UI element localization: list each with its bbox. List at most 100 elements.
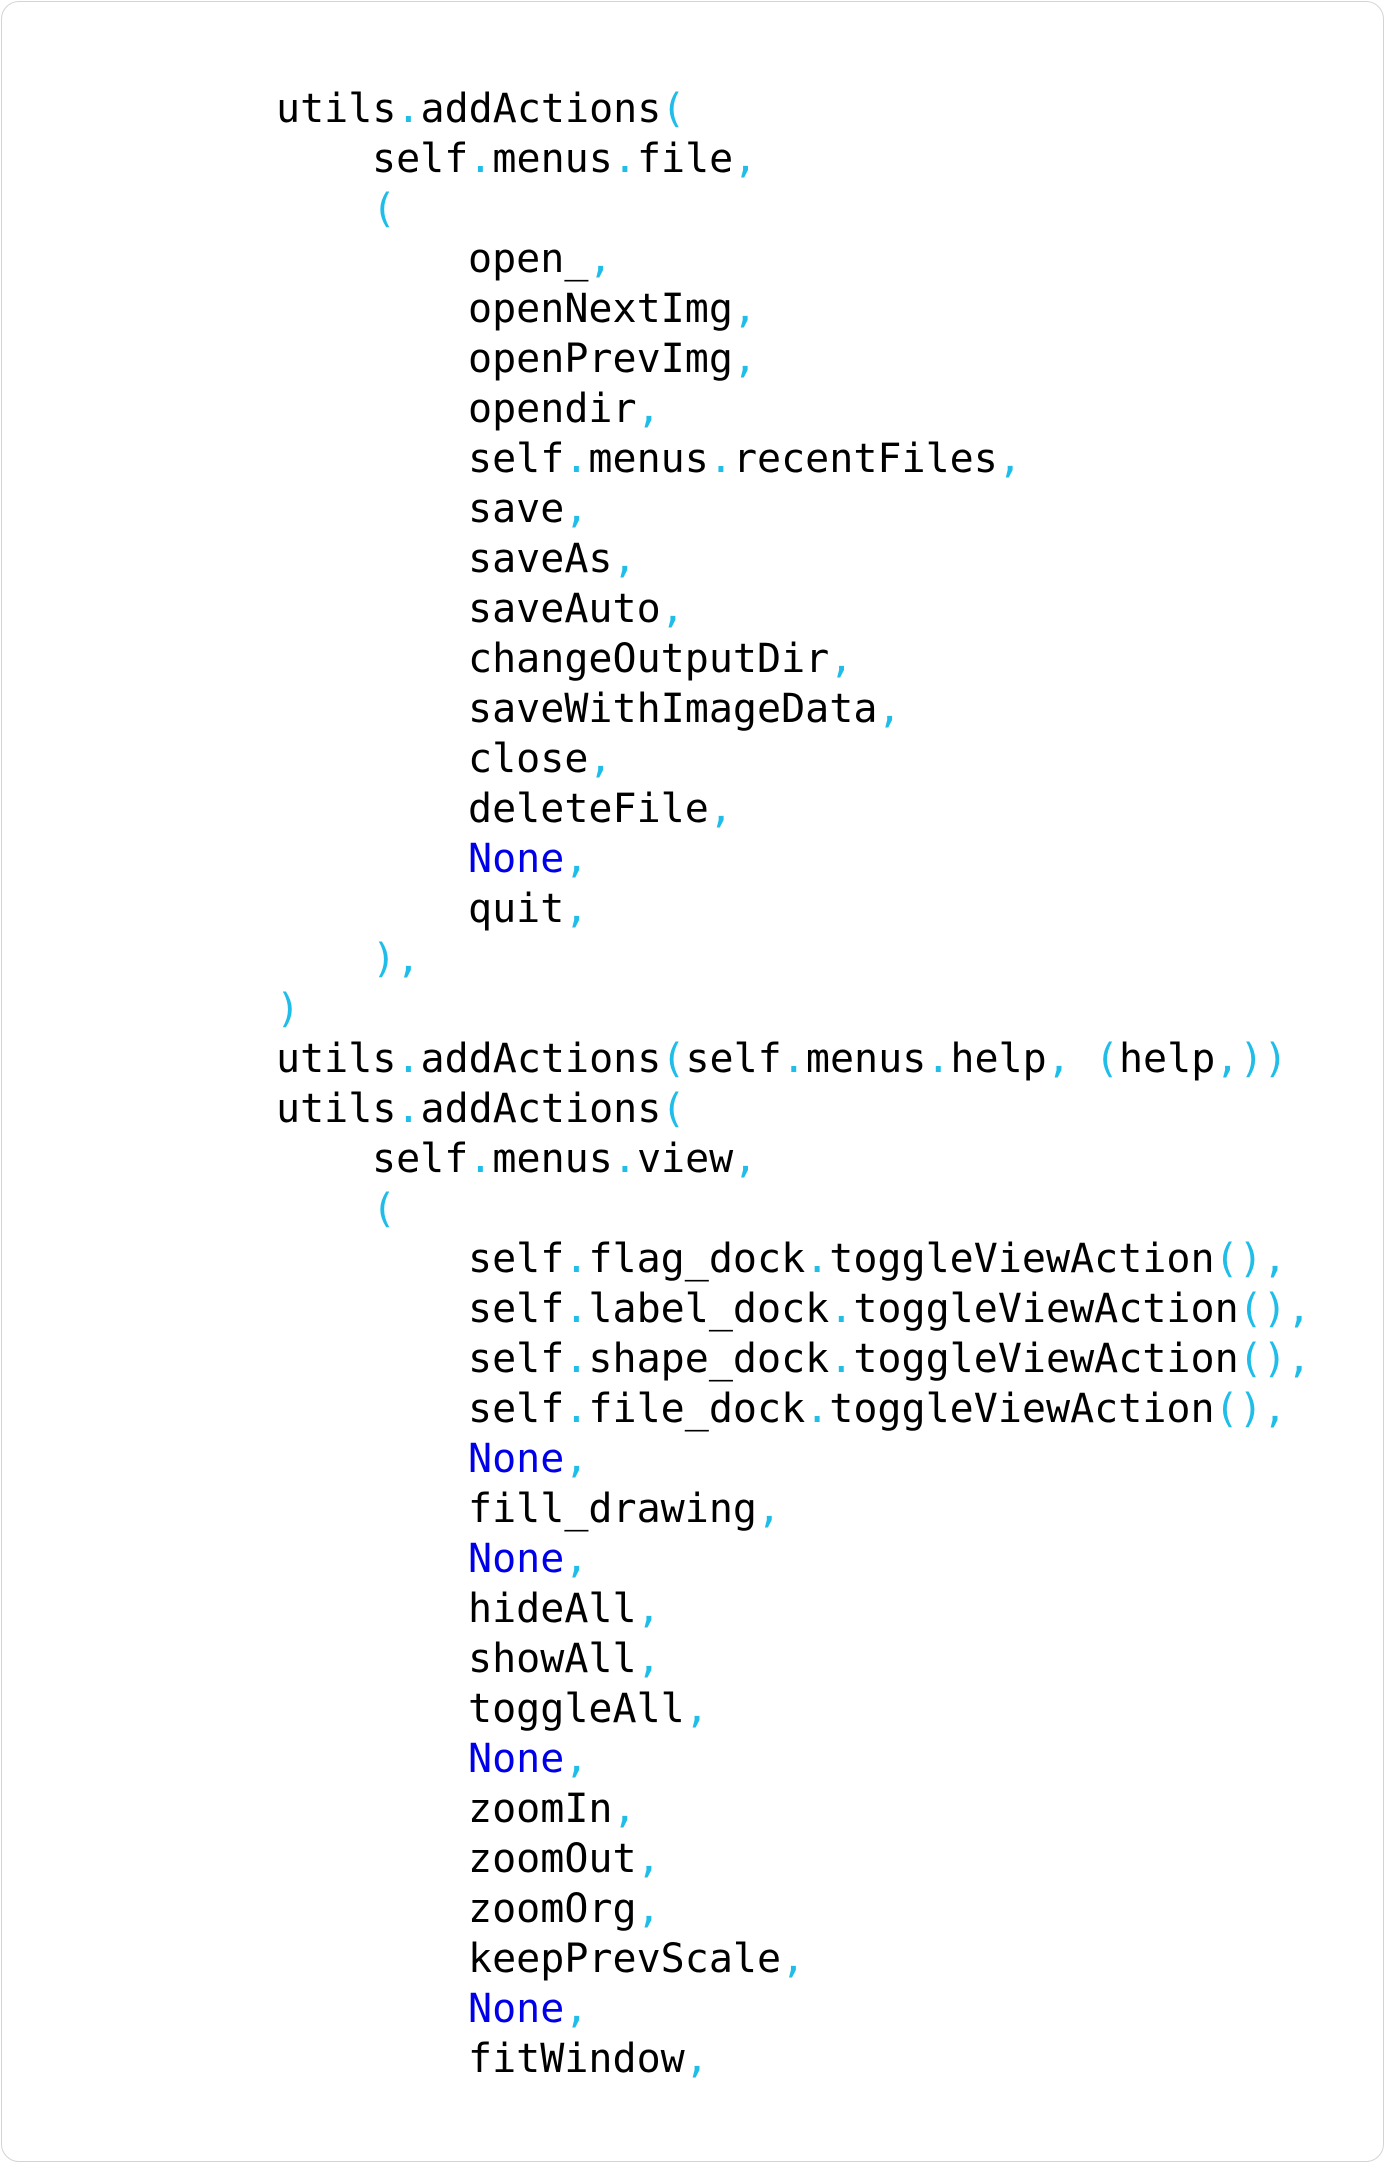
- code-line: zoomIn,: [2, 1784, 1311, 1834]
- code-punctuation: .: [781, 1036, 806, 1082]
- code-punctuation: .: [926, 1036, 951, 1082]
- code-identifier: save: [468, 486, 565, 532]
- code-line: ): [2, 984, 1311, 1034]
- code-punctuation: (),: [1214, 1386, 1287, 1432]
- code-line: self.file_dock.toggleViewAction(),: [2, 1384, 1311, 1434]
- code-identifier: toggleViewAction: [853, 1286, 1239, 1332]
- code-identifier: fitWindow: [468, 2036, 685, 2082]
- code-punctuation: .: [564, 1336, 589, 1382]
- code-punctuation: (),: [1214, 1236, 1287, 1282]
- code-punctuation: .: [468, 1136, 493, 1182]
- code-line: utils.addActions(: [2, 1084, 1311, 1134]
- code-identifier: utils: [276, 1036, 397, 1082]
- code-block: utils.addActions(self.menus.file,(open_,…: [2, 84, 1311, 2084]
- code-punctuation: ,: [684, 2036, 709, 2082]
- code-line: utils.addActions(self.menus.help, (help,…: [2, 1034, 1311, 1084]
- code-identifier: addActions: [420, 1086, 662, 1132]
- code-punctuation: .: [612, 1136, 637, 1182]
- code-punctuation: ,: [564, 886, 589, 932]
- code-identifier: menus: [805, 1036, 927, 1082]
- code-punctuation: (: [372, 186, 397, 232]
- code-punctuation: ,: [588, 236, 613, 282]
- code-identifier: openNextImg: [468, 286, 733, 332]
- code-identifier: menus: [588, 436, 709, 482]
- code-line: quit,: [2, 884, 1311, 934]
- code-punctuation: ,: [636, 1586, 661, 1632]
- code-punctuation: (: [661, 1086, 686, 1132]
- code-line: None,: [2, 1434, 1311, 1484]
- code-punctuation: ,: [684, 1686, 709, 1732]
- code-identifier: showAll: [468, 1636, 637, 1682]
- code-identifier: menus: [492, 136, 613, 182]
- code-punctuation: ,: [877, 686, 902, 732]
- code-identifier: self: [685, 1036, 782, 1082]
- code-identifier: flag_dock: [588, 1236, 806, 1282]
- code-punctuation: ,: [829, 636, 854, 682]
- code-punctuation: .: [805, 1236, 830, 1282]
- code-punctuation: .: [829, 1286, 854, 1332]
- code-line: saveWithImageData,: [2, 684, 1311, 734]
- code-punctuation: ,: [636, 386, 661, 432]
- code-identifier: self: [468, 1336, 565, 1382]
- code-identifier: help: [950, 1036, 1047, 1082]
- code-identifier: recentFiles: [732, 436, 998, 482]
- code-punctuation: ,: [732, 286, 757, 332]
- code-punctuation: .: [612, 136, 637, 182]
- code-punctuation: .: [564, 436, 589, 482]
- code-line: self.menus.view,: [2, 1134, 1311, 1184]
- code-identifier: shape_dock: [588, 1336, 830, 1382]
- code-punctuation: ,: [708, 786, 733, 832]
- code-punctuation: (: [661, 1036, 686, 1082]
- code-identifier: self: [468, 1236, 565, 1282]
- code-identifier: menus: [492, 1136, 613, 1182]
- code-identifier: saveAuto: [468, 586, 661, 632]
- code-punctuation: ,: [564, 1986, 589, 2032]
- code-line: open_,: [2, 234, 1311, 284]
- code-line: zoomOrg,: [2, 1884, 1311, 1934]
- code-line: (: [2, 1184, 1311, 1234]
- code-identifier: addActions: [420, 86, 662, 132]
- code-line: openNextImg,: [2, 284, 1311, 334]
- code-line: zoomOut,: [2, 1834, 1311, 1884]
- code-line: openPrevImg,: [2, 334, 1311, 384]
- code-line: None,: [2, 1984, 1311, 2034]
- code-keyword: None: [468, 1436, 565, 1482]
- code-punctuation: ,: [997, 436, 1022, 482]
- code-line: (: [2, 184, 1311, 234]
- code-identifier: self: [372, 1136, 469, 1182]
- code-keyword: None: [468, 1536, 565, 1582]
- code-punctuation: ,: [660, 586, 685, 632]
- code-punctuation: .: [564, 1386, 589, 1432]
- code-keyword: None: [468, 836, 565, 882]
- code-line: hideAll,: [2, 1584, 1311, 1634]
- code-identifier: view: [636, 1136, 734, 1182]
- code-line: self.flag_dock.toggleViewAction(),: [2, 1234, 1311, 1284]
- code-line: showAll,: [2, 1634, 1311, 1684]
- code-identifier: zoomOrg: [468, 1886, 637, 1932]
- code-identifier: keepPrevScale: [468, 1936, 782, 1982]
- code-identifier: self: [372, 136, 469, 182]
- code-punctuation: ,: [564, 486, 589, 532]
- code-punctuation: .: [396, 86, 421, 132]
- code-punctuation: ,: [756, 1486, 782, 1532]
- code-punctuation: .: [805, 1386, 830, 1432]
- code-line: toggleAll,: [2, 1684, 1311, 1734]
- code-identifier: deleteFile: [468, 786, 709, 832]
- code-punctuation: ,: [636, 1836, 661, 1882]
- code-identifier: self: [468, 1286, 565, 1332]
- code-identifier: fill_drawing: [468, 1486, 757, 1532]
- code-identifier: saveAs: [468, 536, 613, 582]
- code-line: deleteFile,: [2, 784, 1311, 834]
- code-punctuation: .: [564, 1236, 589, 1282]
- code-line: utils.addActions(: [2, 84, 1311, 134]
- code-identifier: zoomOut: [468, 1836, 637, 1882]
- code-identifier: file: [636, 136, 734, 182]
- code-line: None,: [2, 1534, 1311, 1584]
- code-punctuation: .: [708, 436, 733, 482]
- code-punctuation: ,: [612, 536, 637, 582]
- code-identifier: utils: [276, 86, 397, 132]
- code-line: None,: [2, 834, 1311, 884]
- code-punctuation: ,: [564, 1536, 589, 1582]
- code-punctuation: ,: [733, 1136, 758, 1182]
- code-line: self.label_dock.toggleViewAction(),: [2, 1284, 1311, 1334]
